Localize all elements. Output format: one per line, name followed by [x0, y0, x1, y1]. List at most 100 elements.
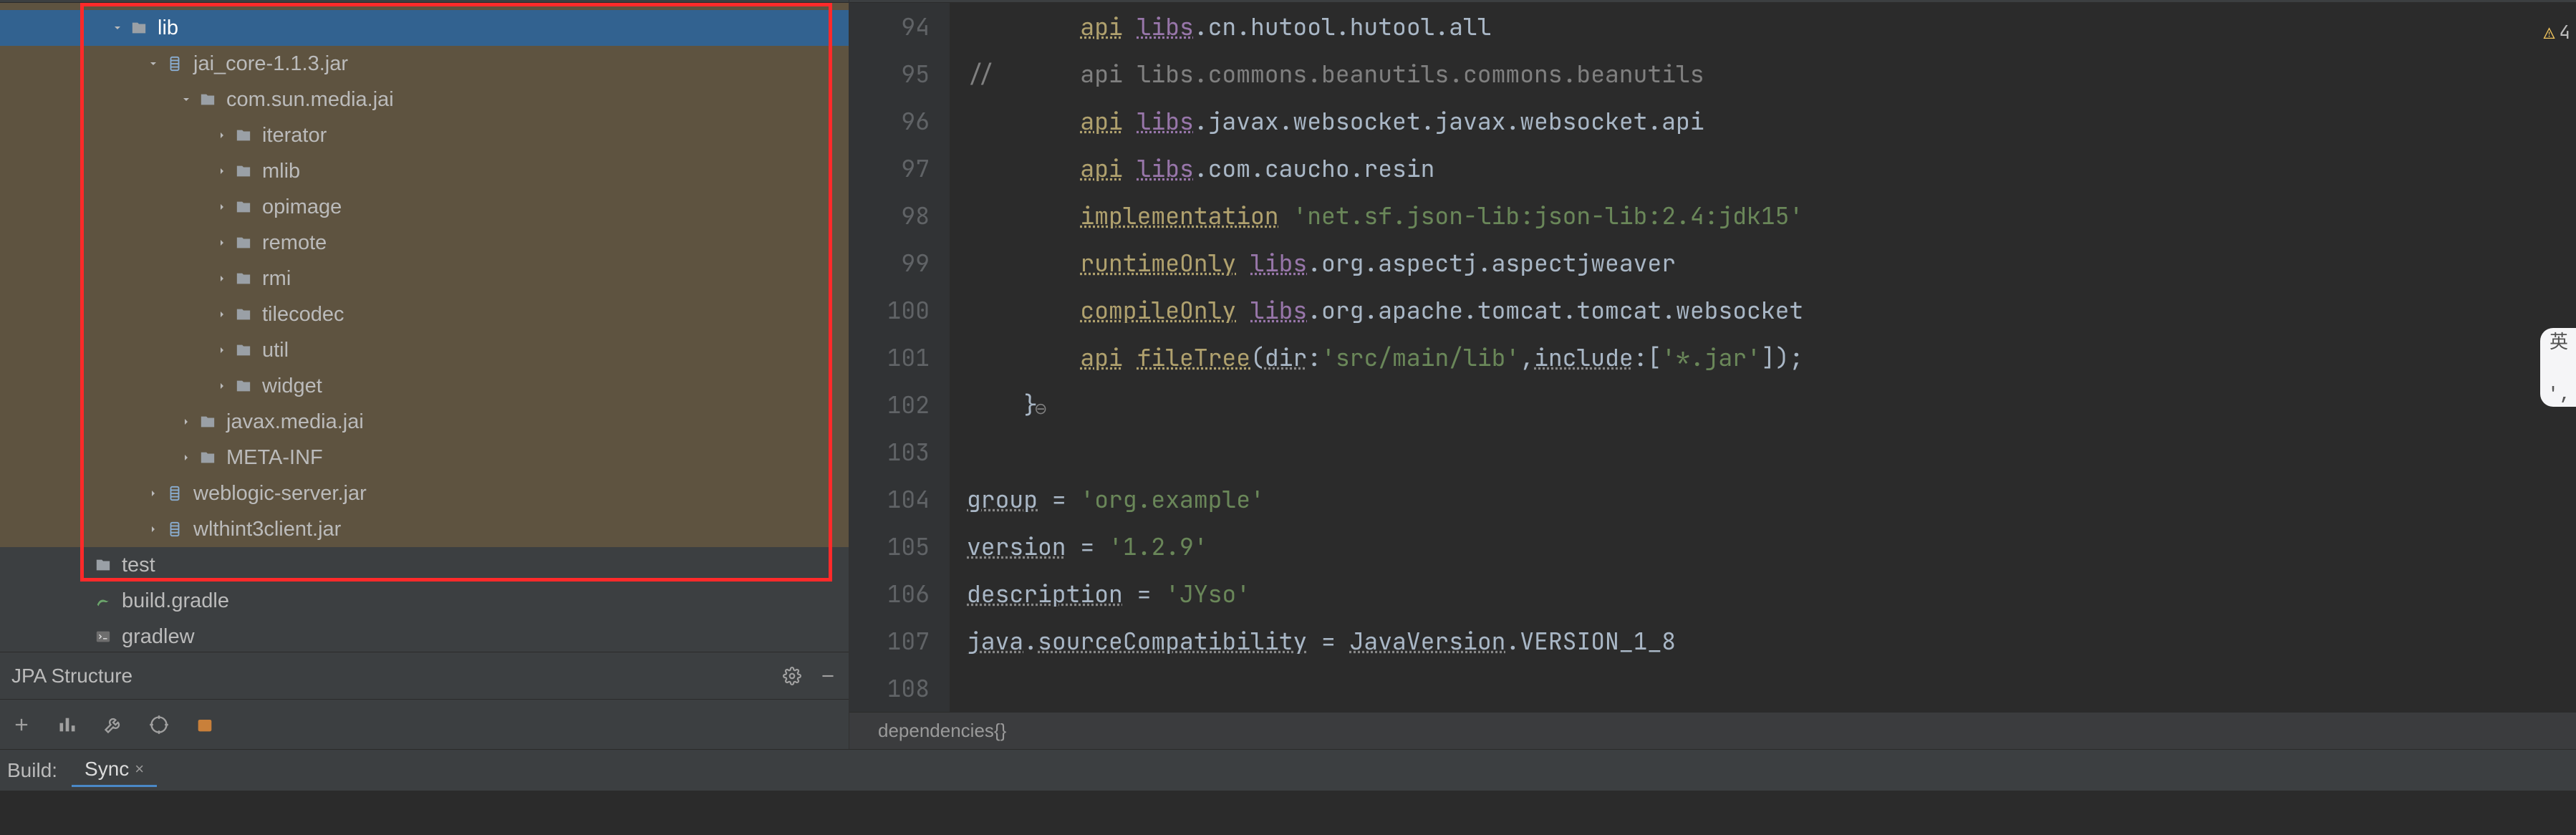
- jpa-structure-header[interactable]: JPA Structure: [0, 652, 849, 699]
- gutter-line-number[interactable]: 106: [849, 570, 930, 617]
- jpa-toolbar: [0, 699, 849, 749]
- tree-item[interactable]: gradlew: [0, 619, 849, 652]
- gutter-line-number[interactable]: 100: [849, 286, 930, 334]
- tree-item-label: remote: [262, 231, 327, 255]
- code-editor[interactable]: 949596979899100101102103104105106107108 …: [849, 3, 2576, 712]
- code-line[interactable]: api libs.com.caucho.resin: [967, 145, 2576, 192]
- tree-item[interactable]: iterator: [0, 117, 849, 153]
- chevron-right-icon[interactable]: [176, 416, 196, 428]
- chevron-right-icon[interactable]: [212, 344, 232, 356]
- minimize-icon[interactable]: [819, 667, 837, 685]
- code-line[interactable]: version = '1.2.9': [967, 523, 2576, 570]
- code-line[interactable]: implementation 'net.sf.json-lib:json-lib…: [967, 192, 2576, 239]
- tree-item-label: rmi: [262, 267, 291, 291]
- chevron-right-icon[interactable]: [212, 201, 232, 213]
- folder-icon: [232, 127, 255, 143]
- tree-item[interactable]: weblogic-server.jar: [0, 476, 849, 511]
- gutter-line-number[interactable]: 95: [849, 50, 930, 97]
- gutter-line-number[interactable]: 98: [849, 192, 930, 239]
- tree-item[interactable]: javax.media.jai: [0, 404, 849, 440]
- gutter-line-number[interactable]: 97: [849, 145, 930, 192]
- gutter-line-number[interactable]: 99: [849, 239, 930, 286]
- project-tree[interactable]: lib jai_core-1.1.3.jar com.sun.media.jaiit…: [0, 3, 849, 652]
- code-line[interactable]: [967, 428, 2576, 476]
- fold-brace-icon[interactable]: ⊖: [1034, 385, 1047, 433]
- tree-item-label: test: [122, 554, 155, 577]
- chevron-right-icon[interactable]: [212, 130, 232, 141]
- tree-item-label: widget: [262, 375, 322, 398]
- inspection-badge[interactable]: ⚠ 4: [2544, 9, 2570, 56]
- chevron-right-icon[interactable]: [212, 237, 232, 248]
- chevron-right-icon[interactable]: [212, 309, 232, 320]
- code-line[interactable]: api libs.cn.hutool.hutool.all: [967, 3, 2576, 50]
- code-line[interactable]: description = 'JYso': [967, 570, 2576, 617]
- ime-indicator[interactable]: 英 ',: [2540, 328, 2576, 407]
- code-line[interactable]: group = 'org.example': [967, 476, 2576, 523]
- folder-icon: [232, 307, 255, 322]
- gutter-line-number[interactable]: 105: [849, 523, 930, 570]
- code-line[interactable]: java.sourceCompatibility = JavaVersion.V…: [967, 617, 2576, 665]
- gutter-line-number[interactable]: 103: [849, 428, 930, 476]
- tree-item-label: opimage: [262, 196, 342, 219]
- tree-item[interactable]: com.sun.media.jai: [0, 82, 849, 117]
- jar-icon: [163, 54, 186, 73]
- close-icon[interactable]: ×: [135, 760, 144, 778]
- chevron-right-icon[interactable]: [143, 523, 163, 535]
- tree-item-label: build.gradle: [122, 589, 229, 613]
- chevron-down-icon[interactable]: [143, 58, 163, 69]
- code-line[interactable]: }: [967, 381, 2576, 428]
- breadcrumb[interactable]: dependencies{}: [849, 712, 2576, 749]
- chevron-right-icon[interactable]: [72, 559, 92, 571]
- tree-item[interactable]: tilecodec: [0, 296, 849, 332]
- code-text[interactable]: ⊖ api libs.cn.hutool.hutool.all// api li…: [950, 3, 2576, 712]
- tree-item[interactable]: test: [0, 547, 849, 583]
- code-line[interactable]: [967, 665, 2576, 712]
- tree-item-label: gradlew: [122, 625, 195, 649]
- tree-item-label: jai_core-1.1.3.jar: [193, 52, 348, 76]
- code-line[interactable]: api fileTree(dir:'src/main/lib',include:…: [967, 334, 2576, 381]
- tree-item[interactable]: util: [0, 332, 849, 368]
- gutter-line-number[interactable]: 101: [849, 334, 930, 381]
- chevron-down-icon[interactable]: [176, 94, 196, 105]
- cmd-icon: [92, 629, 115, 645]
- folder-icon: [232, 271, 255, 286]
- chevron-down-icon[interactable]: [107, 22, 127, 34]
- tree-item[interactable]: jai_core-1.1.3.jar: [0, 46, 849, 82]
- tree-item[interactable]: build.gradle: [0, 583, 849, 619]
- chart-icon[interactable]: [57, 715, 77, 735]
- build-tab-sync[interactable]: Sync ×: [72, 753, 157, 787]
- code-line[interactable]: // api libs.commons.beanutils.commons.be…: [967, 50, 2576, 97]
- tree-item[interactable]: widget: [0, 368, 849, 404]
- tree-item-label: META-INF: [226, 446, 323, 470]
- tree-item-label: mlib: [262, 160, 300, 183]
- target-icon[interactable]: [149, 715, 169, 735]
- build-tool-window-header: Build: Sync ×: [0, 749, 2576, 791]
- gutter-line-number[interactable]: 108: [849, 665, 930, 712]
- chevron-right-icon[interactable]: [176, 452, 196, 463]
- tree-item[interactable]: mlib: [0, 153, 849, 189]
- gutter-line-number[interactable]: 94: [849, 3, 930, 50]
- gutter[interactable]: 949596979899100101102103104105106107108: [849, 3, 950, 712]
- chevron-right-icon[interactable]: [212, 380, 232, 392]
- tree-item-label: tilecodec: [262, 303, 344, 327]
- tree-item[interactable]: opimage: [0, 189, 849, 225]
- chevron-right-icon[interactable]: [212, 165, 232, 177]
- code-line[interactable]: compileOnly libs.org.apache.tomcat.tomca…: [967, 286, 2576, 334]
- gutter-line-number[interactable]: 107: [849, 617, 930, 665]
- wrench-icon[interactable]: [103, 715, 123, 735]
- add-icon[interactable]: [11, 715, 32, 735]
- code-line[interactable]: api libs.javax.websocket.javax.websocket…: [967, 97, 2576, 145]
- tree-item[interactable]: META-INF: [0, 440, 849, 476]
- tree-item[interactable]: wlthint3client.jar: [0, 511, 849, 547]
- chevron-right-icon[interactable]: [143, 488, 163, 499]
- gutter-line-number[interactable]: 102: [849, 381, 930, 428]
- gutter-line-number[interactable]: 96: [849, 97, 930, 145]
- gear-icon[interactable]: [783, 667, 801, 685]
- chevron-right-icon[interactable]: [212, 273, 232, 284]
- tree-item[interactable]: remote: [0, 225, 849, 261]
- tree-item[interactable]: lib: [0, 10, 849, 46]
- tree-item[interactable]: rmi: [0, 261, 849, 296]
- box-icon[interactable]: [195, 715, 215, 735]
- gutter-line-number[interactable]: 104: [849, 476, 930, 523]
- code-line[interactable]: runtimeOnly libs.org.aspectj.aspectjweav…: [967, 239, 2576, 286]
